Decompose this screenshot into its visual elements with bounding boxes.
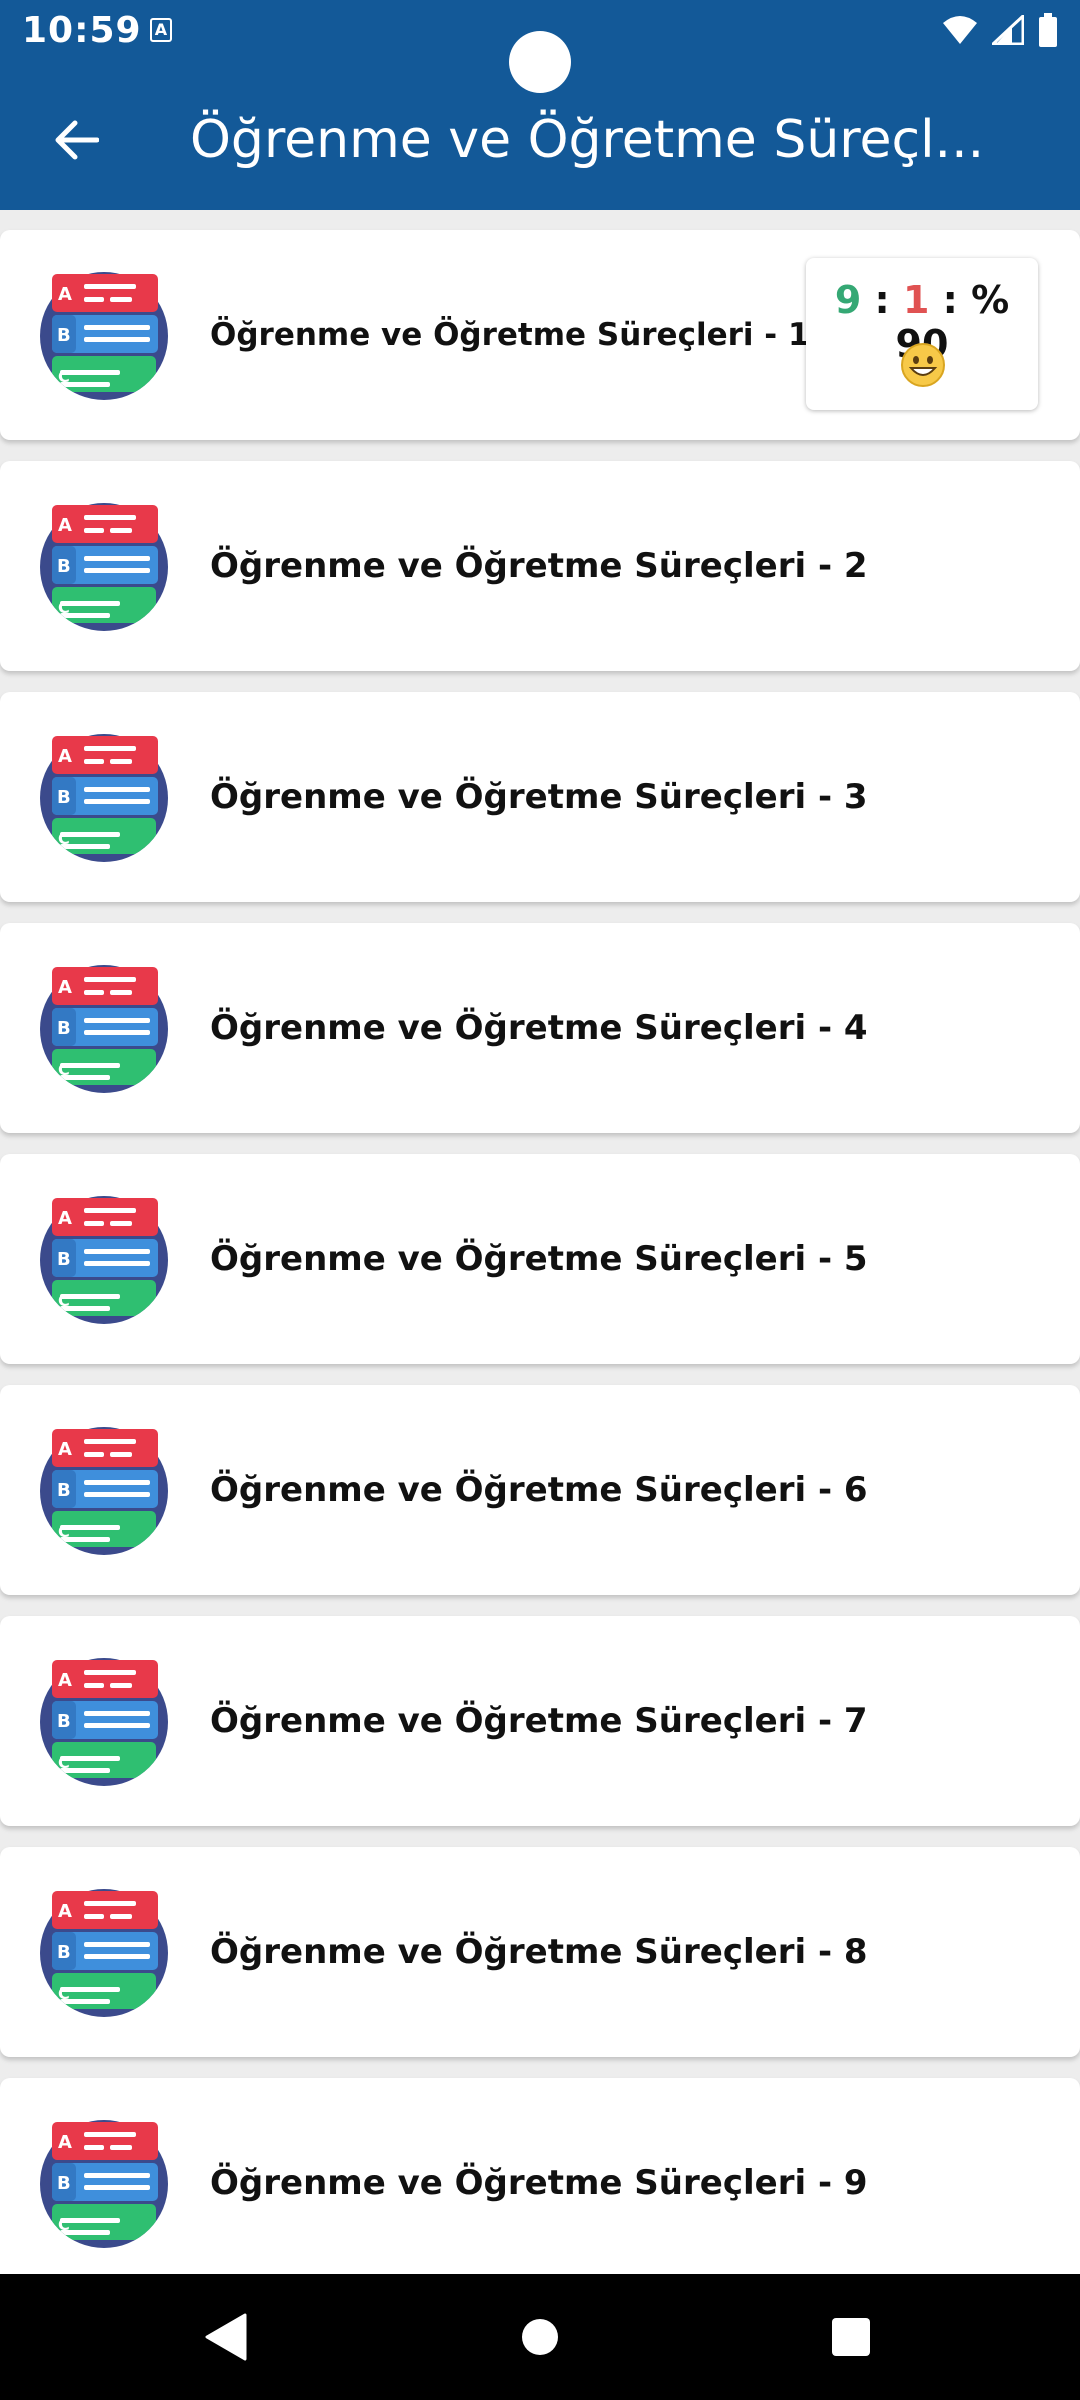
notification-a-icon: A bbox=[150, 18, 172, 42]
svg-text:A: A bbox=[58, 2132, 72, 2153]
back-button[interactable] bbox=[40, 104, 112, 176]
svg-text:A: A bbox=[58, 1670, 72, 1691]
svg-text:C: C bbox=[58, 1291, 70, 1310]
svg-text:A: A bbox=[58, 977, 72, 998]
svg-text:A: A bbox=[58, 284, 72, 305]
test-title: Öğrenme ve Öğretme Süreçleri - 9 bbox=[210, 2163, 868, 2203]
quiz-options-icon: C B A bbox=[40, 272, 168, 400]
score-badge: 9 : 1 : % 90 bbox=[806, 258, 1038, 410]
svg-text:A: A bbox=[58, 746, 72, 767]
nav-recents-button[interactable] bbox=[818, 2304, 884, 2370]
camera-cutout bbox=[509, 31, 571, 93]
svg-text:B: B bbox=[57, 1480, 71, 1501]
quiz-options-icon: C B A bbox=[40, 1196, 168, 1324]
test-title: Öğrenme ve Öğretme Süreçleri - 7 bbox=[210, 1701, 868, 1741]
quiz-options-icon: C B A bbox=[40, 1889, 168, 2017]
test-card-7[interactable]: C B A Öğrenme ve Öğretme Süreçleri - 7 bbox=[0, 1616, 1080, 1826]
app-header: 10:59 A Öğrenme ve Öğretme Süreçl... bbox=[0, 0, 1080, 210]
system-nav-bar bbox=[0, 2274, 1080, 2400]
svg-text:A: A bbox=[58, 1439, 72, 1460]
test-title: Öğrenme ve Öğretme Süreçleri - 6 bbox=[210, 1470, 868, 1510]
svg-text:B: B bbox=[57, 2173, 71, 2194]
quiz-options-icon: C B A bbox=[40, 1427, 168, 1555]
test-card-9[interactable]: C B A Öğrenme ve Öğretme Süreçleri - 9 bbox=[0, 2078, 1080, 2288]
svg-text:B: B bbox=[57, 1942, 71, 1963]
recents-square-icon bbox=[832, 2318, 870, 2356]
svg-text:C: C bbox=[58, 1753, 70, 1772]
arrow-left-icon bbox=[55, 120, 99, 160]
test-card-6[interactable]: C B A Öğrenme ve Öğretme Süreçleri - 6 bbox=[0, 1385, 1080, 1595]
test-card-3[interactable]: C B A Öğrenme ve Öğretme Süreçleri - 3 bbox=[0, 692, 1080, 902]
quiz-options-icon: C B A bbox=[40, 734, 168, 862]
score-separator: : bbox=[942, 278, 958, 322]
svg-text:B: B bbox=[57, 787, 71, 808]
svg-text:B: B bbox=[57, 556, 71, 577]
test-card-2[interactable]: C B A Öğrenme ve Öğretme Süreçleri - 2 bbox=[0, 461, 1080, 671]
test-title: Öğrenme ve Öğretme Süreçleri - 1 bbox=[210, 317, 810, 353]
wifi-icon bbox=[943, 16, 977, 44]
quiz-options-icon: C B A bbox=[40, 1658, 168, 1786]
quiz-options-icon: C B A bbox=[40, 2120, 168, 2248]
svg-text:B: B bbox=[57, 325, 71, 346]
status-icons bbox=[942, 12, 1058, 48]
svg-text:A: A bbox=[58, 1208, 72, 1229]
svg-text:C: C bbox=[58, 598, 70, 617]
svg-text:C: C bbox=[58, 2215, 70, 2234]
home-circle-icon bbox=[522, 2319, 558, 2355]
svg-text:B: B bbox=[57, 1711, 71, 1732]
svg-text:C: C bbox=[58, 1522, 70, 1541]
battery-icon bbox=[1039, 13, 1057, 47]
score-separator: : bbox=[874, 278, 890, 322]
quiz-options-icon: C B A bbox=[40, 503, 168, 631]
svg-text:C: C bbox=[58, 367, 70, 386]
quiz-options-icon: C B A bbox=[40, 965, 168, 1093]
wrong-count: 1 bbox=[902, 278, 930, 322]
page-title: Öğrenme ve Öğretme Süreçl... bbox=[190, 110, 985, 170]
test-title: Öğrenme ve Öğretme Süreçleri - 2 bbox=[210, 546, 868, 586]
nav-home-button[interactable] bbox=[507, 2304, 573, 2370]
svg-text:B: B bbox=[57, 1249, 71, 1270]
test-card-1[interactable]: C B A Öğrenme ve Öğretme Süreçleri - 1 9… bbox=[0, 230, 1080, 440]
back-triangle-icon bbox=[205, 2313, 247, 2361]
svg-text:B: B bbox=[57, 1018, 71, 1039]
status-time: 10:59 bbox=[22, 10, 142, 51]
test-card-5[interactable]: C B A Öğrenme ve Öğretme Süreçleri - 5 bbox=[0, 1154, 1080, 1364]
test-card-8[interactable]: C B A Öğrenme ve Öğretme Süreçleri - 8 bbox=[0, 1847, 1080, 2057]
svg-text:C: C bbox=[58, 1060, 70, 1079]
svg-text:C: C bbox=[58, 829, 70, 848]
correct-count: 9 bbox=[834, 278, 862, 322]
svg-text:C: C bbox=[58, 1984, 70, 2003]
test-title: Öğrenme ve Öğretme Süreçleri - 3 bbox=[210, 777, 868, 817]
signal-icon bbox=[992, 15, 1024, 45]
test-title: Öğrenme ve Öğretme Süreçleri - 5 bbox=[210, 1239, 868, 1279]
svg-text:A: A bbox=[58, 1901, 72, 1922]
grinning-face-icon bbox=[901, 343, 945, 387]
test-title: Öğrenme ve Öğretme Süreçleri - 8 bbox=[210, 1932, 868, 1972]
test-title: Öğrenme ve Öğretme Süreçleri - 4 bbox=[210, 1008, 868, 1048]
svg-text:A: A bbox=[58, 515, 72, 536]
nav-back-button[interactable] bbox=[192, 2304, 258, 2370]
test-card-4[interactable]: C B A Öğrenme ve Öğretme Süreçleri - 4 bbox=[0, 923, 1080, 1133]
